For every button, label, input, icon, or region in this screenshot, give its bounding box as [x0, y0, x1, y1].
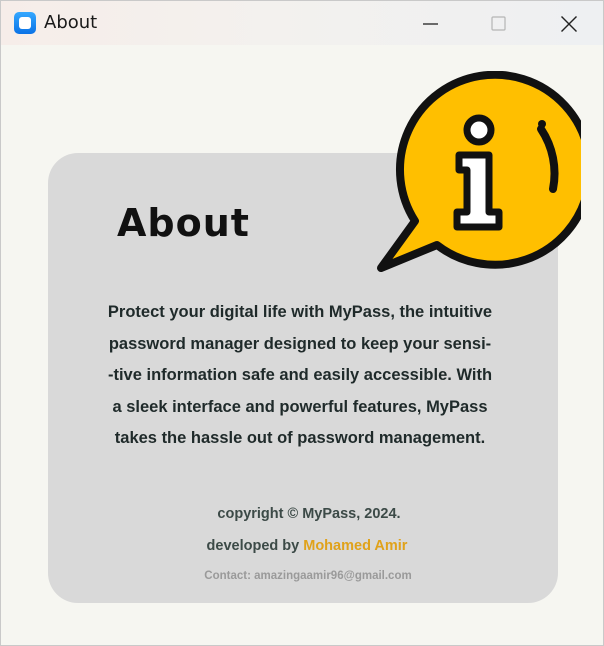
developer-credit: developed by Mohamed Amir	[48, 538, 566, 554]
app-icon	[14, 12, 36, 34]
description-line: password manager designed to keep your s…	[108, 334, 492, 353]
minimize-button[interactable]	[396, 1, 464, 45]
author-name: Mohamed Amir	[303, 538, 408, 554]
minimize-icon	[423, 23, 438, 25]
copyright-text: copyright © MyPass, 2024.	[217, 506, 401, 522]
maximize-button[interactable]	[464, 1, 532, 45]
description-line: -tive information safe and easily access…	[107, 366, 493, 384]
maximize-icon	[491, 16, 506, 31]
description-line: a sleek interface and powerful features,…	[112, 397, 488, 416]
info-speech-bubble-icon	[377, 71, 581, 272]
about-window: About About Protect your digital life wi…	[0, 0, 604, 646]
contact-email: Contact: amazingaamir96@gmail.com	[204, 570, 412, 582]
developed-by-label: developed by	[206, 538, 300, 554]
window-title: About	[44, 12, 98, 33]
about-description: Protect your digital life with MyPass, t…	[80, 297, 520, 455]
description-line: Protect your digital life with MyPass, t…	[107, 303, 493, 321]
title-bar[interactable]: About	[1, 1, 603, 45]
about-heading: About	[117, 201, 250, 245]
close-icon	[561, 16, 577, 32]
description-line: takes the hassle out of password managem…	[114, 429, 486, 447]
close-button[interactable]	[534, 1, 602, 45]
